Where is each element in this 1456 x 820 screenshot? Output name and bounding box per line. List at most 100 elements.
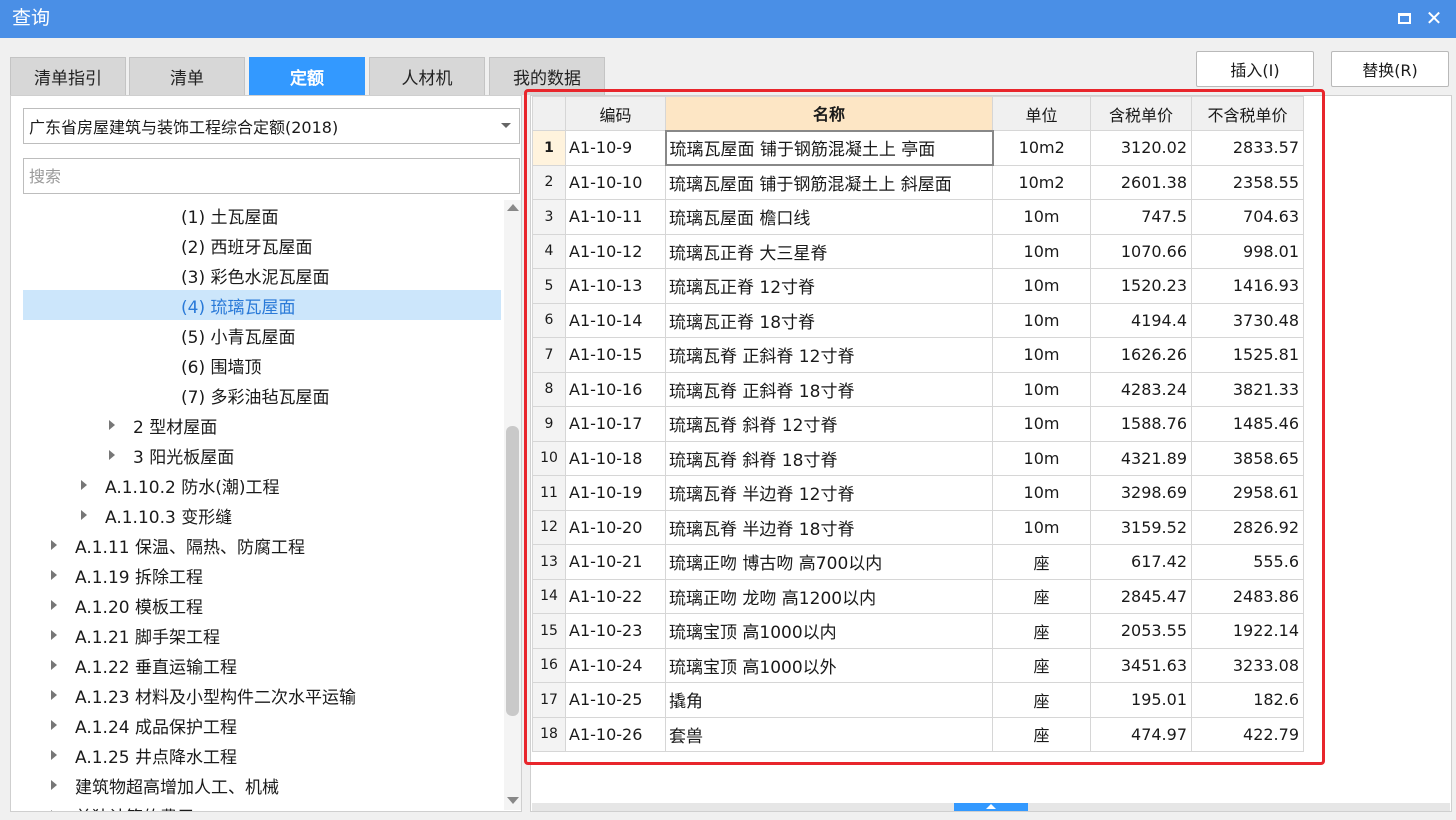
tree-item[interactable]: 3 阳光板屋面 <box>23 440 501 470</box>
cell-unit[interactable]: 10m <box>992 475 1091 511</box>
close-button[interactable]: ✕ <box>1422 6 1446 30</box>
cell-code[interactable]: A1-10-22 <box>565 578 666 614</box>
expand-caret-icon[interactable] <box>51 750 57 760</box>
cell-price-excl-tax[interactable]: 2958.61 <box>1191 475 1304 511</box>
table-row[interactable]: 10 A1-10-18 琉璃瓦脊 斜脊 18寸脊 10m 4321.89 3858.65 <box>532 440 1304 476</box>
cell-unit[interactable]: 10m <box>992 233 1091 269</box>
tree-item[interactable]: A.1.22 垂直运输工程 <box>23 650 501 680</box>
column-header-unit[interactable]: 单位 <box>992 96 1091 131</box>
cell-price-incl-tax[interactable]: 1070.66 <box>1090 233 1192 269</box>
cell-unit[interactable]: 座 <box>992 613 1091 649</box>
cell-code[interactable]: A1-10-11 <box>565 199 666 235</box>
cell-unit[interactable]: 10m <box>992 440 1091 476</box>
cell-price-incl-tax[interactable]: 3159.52 <box>1090 509 1192 545</box>
cell-price-excl-tax[interactable]: 1485.46 <box>1191 406 1304 442</box>
tree-item[interactable]: 单独计算的费用 <box>23 800 501 811</box>
cell-price-incl-tax[interactable]: 4321.89 <box>1090 440 1192 476</box>
tree-item[interactable]: A.1.19 拆除工程 <box>23 560 501 590</box>
cell-unit[interactable]: 10m <box>992 337 1091 373</box>
cell-code[interactable]: A1-10-13 <box>565 268 666 304</box>
cell-code[interactable]: A1-10-19 <box>565 475 666 511</box>
cell-name[interactable]: 琉璃瓦屋面 铺于钢筋混凝土上 斜屋面 <box>665 164 993 200</box>
cell-name[interactable]: 琉璃瓦脊 正斜脊 12寸脊 <box>665 337 993 373</box>
cell-code[interactable]: A1-10-18 <box>565 440 666 476</box>
table-row[interactable]: 18 A1-10-26 套兽座 474.97 422.79 <box>532 716 1304 752</box>
cell-name[interactable]: 琉璃瓦正脊 大三星脊 <box>665 233 993 269</box>
expand-caret-icon[interactable] <box>51 600 57 610</box>
cell-code[interactable]: A1-10-10 <box>565 164 666 200</box>
cell-price-incl-tax[interactable]: 1588.76 <box>1090 406 1192 442</box>
cell-name[interactable]: 琉璃瓦屋面 檐口线 <box>665 199 993 235</box>
tree-item[interactable]: (4) 琉璃瓦屋面 <box>23 290 501 320</box>
table-row[interactable]: 5 A1-10-13 琉璃瓦正脊 12寸脊 10m 1520.23 1416.93 <box>532 268 1304 304</box>
cell-unit[interactable]: 10m <box>992 509 1091 545</box>
tree-scrollbar[interactable] <box>504 200 521 810</box>
table-row[interactable]: 1 A1-10-9 琉璃瓦屋面 铺于钢筋混凝土上 亭面 10m2 3120.02 2833… <box>532 129 1304 166</box>
cell-code[interactable]: A1-10-26 <box>565 716 666 752</box>
cell-unit[interactable]: 10m <box>992 268 1091 304</box>
scroll-down-icon[interactable] <box>507 797 519 804</box>
cell-price-excl-tax[interactable]: 422.79 <box>1191 716 1304 752</box>
cell-unit[interactable]: 10m2 <box>992 164 1091 200</box>
expand-caret-icon[interactable] <box>51 630 57 640</box>
column-header-name[interactable]: 名称 <box>665 96 993 131</box>
cell-code[interactable]: A1-10-16 <box>565 371 666 407</box>
expand-caret-icon[interactable] <box>51 660 57 670</box>
tree-item[interactable]: (1) 土瓦屋面 <box>23 200 501 230</box>
cell-price-excl-tax[interactable]: 1922.14 <box>1191 613 1304 649</box>
table-row[interactable]: 17 A1-10-25 撬角座 195.01 182.6 <box>532 682 1304 718</box>
cell-unit[interactable]: 座 <box>992 578 1091 614</box>
cell-price-incl-tax[interactable]: 2053.55 <box>1090 613 1192 649</box>
tree-item[interactable]: A.1.23 材料及小型构件二次水平运输 <box>23 680 501 710</box>
tree-item[interactable]: A.1.11 保温、隔热、防腐工程 <box>23 530 501 560</box>
tree-item[interactable]: (3) 彩色水泥瓦屋面 <box>23 260 501 290</box>
expand-caret-icon[interactable] <box>51 570 57 580</box>
cell-price-excl-tax[interactable]: 998.01 <box>1191 233 1304 269</box>
cell-name[interactable]: 琉璃瓦正脊 18寸脊 <box>665 302 993 338</box>
quota-library-select[interactable]: 广东省房屋建筑与装饰工程综合定额(2018) <box>23 108 520 144</box>
cell-price-excl-tax[interactable]: 182.6 <box>1191 682 1304 718</box>
table-row[interactable]: 11 A1-10-19 琉璃瓦脊 半边脊 12寸脊 10m 3298.69 2958.61 <box>532 475 1304 511</box>
cell-name[interactable]: 琉璃瓦脊 半边脊 18寸脊 <box>665 509 993 545</box>
expand-caret-icon[interactable] <box>109 420 115 430</box>
cell-price-excl-tax[interactable]: 704.63 <box>1191 199 1304 235</box>
cell-code[interactable]: A1-10-21 <box>565 544 666 580</box>
cell-price-excl-tax[interactable]: 3821.33 <box>1191 371 1304 407</box>
cell-price-incl-tax[interactable]: 4194.4 <box>1090 302 1192 338</box>
cell-price-excl-tax[interactable]: 2826.92 <box>1191 509 1304 545</box>
scroll-up-icon[interactable] <box>507 204 519 211</box>
tab-labor-material-machine[interactable]: 人材机 <box>369 57 485 95</box>
cell-price-excl-tax[interactable]: 555.6 <box>1191 544 1304 580</box>
tree-item[interactable]: A.1.24 成品保护工程 <box>23 710 501 740</box>
cell-price-incl-tax[interactable]: 3298.69 <box>1090 475 1192 511</box>
horizontal-scrollbar[interactable] <box>532 803 1450 811</box>
table-row[interactable]: 9 A1-10-17 琉璃瓦脊 斜脊 12寸脊 10m 1588.76 1485.46 <box>532 406 1304 442</box>
cell-name[interactable]: 琉璃宝顶 高1000以外 <box>665 647 993 683</box>
cell-unit[interactable]: 座 <box>992 647 1091 683</box>
cell-name[interactable]: 琉璃正吻 博古吻 高700以内 <box>665 544 993 580</box>
cell-name[interactable]: 套兽 <box>665 716 993 752</box>
cell-unit[interactable]: 座 <box>992 716 1091 752</box>
cell-code[interactable]: A1-10-24 <box>565 647 666 683</box>
tree-item[interactable]: A.1.10.2 防水(潮)工程 <box>23 470 501 500</box>
cell-price-incl-tax[interactable]: 2845.47 <box>1090 578 1192 614</box>
cell-unit[interactable]: 10m <box>992 302 1091 338</box>
table-row[interactable]: 13 A1-10-21 琉璃正吻 博古吻 高700以内座 617.42 555.6 <box>532 544 1304 580</box>
cell-name[interactable]: 撬角 <box>665 682 993 718</box>
cell-price-incl-tax[interactable]: 3451.63 <box>1090 647 1192 683</box>
cell-code[interactable]: A1-10-20 <box>565 509 666 545</box>
expand-caret-icon[interactable] <box>51 720 57 730</box>
cell-price-incl-tax[interactable]: 4283.24 <box>1090 371 1192 407</box>
cell-price-excl-tax[interactable]: 1416.93 <box>1191 268 1304 304</box>
expand-caret-icon[interactable] <box>51 540 57 550</box>
cell-code[interactable]: A1-10-9 <box>565 130 666 166</box>
expand-caret-icon[interactable] <box>109 450 115 460</box>
cell-name[interactable]: 琉璃瓦脊 正斜脊 18寸脊 <box>665 371 993 407</box>
table-row[interactable]: 3 A1-10-11 琉璃瓦屋面 檐口线 10m 747.5 704.63 <box>532 199 1304 235</box>
cell-price-excl-tax[interactable]: 1525.81 <box>1191 337 1304 373</box>
tab-bill[interactable]: 清单 <box>129 57 245 95</box>
table-row[interactable]: 14 A1-10-22 琉璃正吻 龙吻 高1200以内座 2845.47 2483.86 <box>532 578 1304 614</box>
cell-price-incl-tax[interactable]: 1520.23 <box>1090 268 1192 304</box>
cell-code[interactable]: A1-10-14 <box>565 302 666 338</box>
tree-item[interactable]: (7) 多彩油毡瓦屋面 <box>23 380 501 410</box>
